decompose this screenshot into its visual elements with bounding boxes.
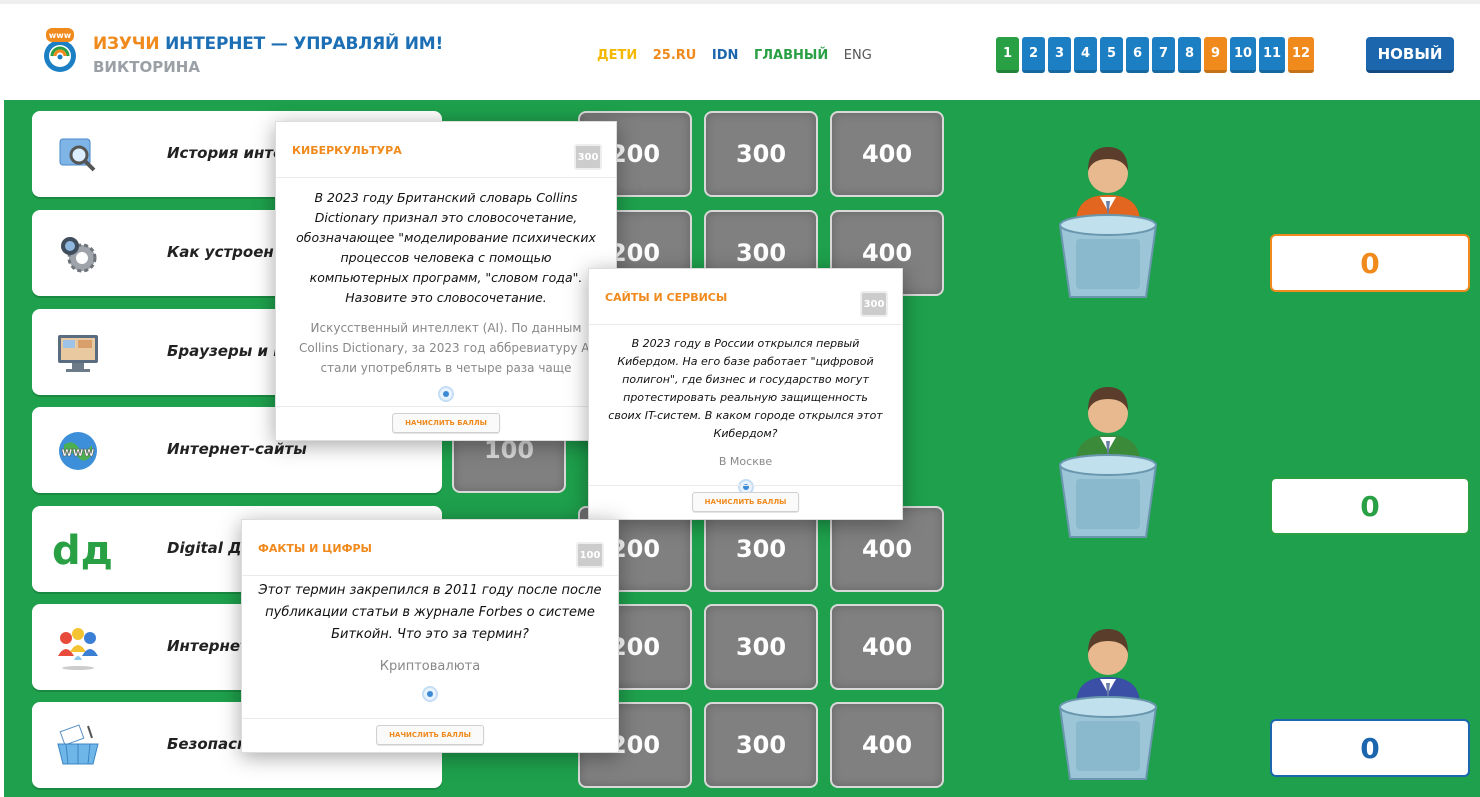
magnifier-icon bbox=[54, 131, 102, 179]
question-tile-300[interactable]: 300 bbox=[704, 111, 818, 197]
timer-icon[interactable] bbox=[438, 386, 454, 402]
popup-question: В 2023 году Британский словарь Collins D… bbox=[296, 190, 596, 305]
people-icon bbox=[54, 624, 102, 672]
question-tile-300[interactable]: 300 bbox=[704, 702, 818, 788]
popup-footer: НАЧИСЛИТЬ БАЛЛЫ bbox=[242, 718, 618, 752]
link-main[interactable]: ГЛАВНЫЙ bbox=[754, 48, 828, 63]
popup-points-badge: 300 bbox=[574, 144, 602, 170]
award-points-button[interactable]: НАЧИСЛИТЬ БАЛЛЫ bbox=[392, 413, 500, 433]
site-subtitle: ВИКТОРИНА bbox=[93, 58, 200, 76]
round-button-3[interactable]: 3 bbox=[1048, 37, 1071, 73]
popup-answer: Криптовалюта bbox=[379, 659, 481, 674]
player-score: 0 bbox=[1270, 719, 1470, 777]
player-score: 0 bbox=[1270, 234, 1470, 292]
round-button-7[interactable]: 7 bbox=[1152, 37, 1175, 73]
popup-question: Этот термин закрепился в 2011 году после… bbox=[258, 583, 602, 642]
round-button-5[interactable]: 5 bbox=[1100, 37, 1123, 73]
award-points-button[interactable]: НАЧИСЛИТЬ БАЛЛЫ bbox=[376, 725, 484, 745]
timer-icon[interactable] bbox=[422, 686, 438, 702]
question-popup: САЙТЫ И СЕРВИСЫ 300 В 2023 году в России о… bbox=[588, 268, 903, 520]
round-button-1[interactable]: 1 bbox=[996, 37, 1019, 73]
gear-globe-icon bbox=[54, 230, 102, 278]
popup-points-badge: 100 bbox=[576, 542, 604, 568]
popup-category-title: КИБЕРКУЛЬТУРА bbox=[292, 144, 402, 157]
player-avatar-icon bbox=[1056, 385, 1166, 545]
popup-question: В 2023 году в России открылся первый Киб… bbox=[608, 337, 883, 440]
player-score: 0 bbox=[1270, 477, 1470, 535]
svg-text:www: www bbox=[49, 31, 72, 40]
round-button-9[interactable]: 9 bbox=[1204, 37, 1227, 73]
popup-answer: В Москве bbox=[718, 455, 773, 468]
round-button-10[interactable]: 10 bbox=[1230, 37, 1256, 73]
svg-text:dд: dд bbox=[52, 528, 113, 572]
popup-header: КИБЕРКУЛЬТУРА 300 bbox=[276, 122, 616, 178]
question-tile-400[interactable]: 400 bbox=[830, 604, 944, 690]
category-label: Digital Ди bbox=[167, 539, 252, 557]
site-title-part2: ИНТЕРНЕТ — УПРАВЛЯЙ ИМ! bbox=[165, 34, 444, 54]
popup-category-title: ФАКТЫ И ЦИФРЫ bbox=[258, 542, 372, 555]
round-button-2[interactable]: 2 bbox=[1022, 37, 1045, 73]
new-game-button[interactable]: НОВЫЙ bbox=[1366, 37, 1454, 73]
question-tile-400[interactable]: 400 bbox=[830, 111, 944, 197]
award-points-button[interactable]: НАЧИСЛИТЬ БАЛЛЫ bbox=[691, 492, 800, 512]
header: www ИЗУЧИ ИНТЕРНЕТ — УПРАВЛЯЙ ИМ! ВИКТОР… bbox=[0, 0, 1480, 100]
popup-header: САЙТЫ И СЕРВИСЫ 300 bbox=[589, 269, 902, 325]
question-popup: КИБЕРКУЛЬТУРА 300 В 2023 году Британский с… bbox=[275, 121, 617, 441]
mail-basket-icon bbox=[54, 722, 102, 770]
link-idn[interactable]: IDN bbox=[712, 48, 739, 63]
site-title-part1: ИЗУЧИ bbox=[93, 34, 166, 54]
round-button-6[interactable]: 6 bbox=[1126, 37, 1149, 73]
round-button-12[interactable]: 12 bbox=[1288, 37, 1314, 73]
top-links: ДЕТИ 25.RU IDN ГЛАВНЫЙ ENG bbox=[597, 48, 883, 63]
game-board: История интер Как устроен ин Браузеры и ин… bbox=[4, 100, 1480, 797]
dd-icon: dд bbox=[52, 524, 132, 574]
popup-header: ФАКТЫ И ЦИФРЫ 100 bbox=[242, 520, 618, 576]
popup-footer: НАЧИСЛИТЬ БАЛЛЫ bbox=[589, 485, 902, 519]
category-label: Интернет-сайты bbox=[167, 440, 307, 458]
site-title[interactable]: ИЗУЧИ ИНТЕРНЕТ — УПРАВЛЯЙ ИМ! bbox=[93, 34, 443, 54]
monitor-icon bbox=[54, 329, 102, 377]
round-button-8[interactable]: 8 bbox=[1178, 37, 1201, 73]
svg-text:www: www bbox=[61, 445, 94, 459]
question-popup: ФАКТЫ И ЦИФРЫ 100 Этот термин закрепился в… bbox=[241, 519, 619, 753]
round-button-11[interactable]: 11 bbox=[1259, 37, 1285, 73]
link-deti[interactable]: ДЕТИ bbox=[597, 48, 637, 63]
popup-answer: Искусственный интеллект (AI). По данным … bbox=[299, 321, 593, 375]
player-avatar-icon bbox=[1056, 627, 1166, 787]
popup-category-title: САЙТЫ И СЕРВИСЫ bbox=[605, 291, 728, 304]
popup-footer: НАЧИСЛИТЬ БАЛЛЫ bbox=[276, 406, 616, 440]
link-25ru[interactable]: 25.RU bbox=[653, 48, 697, 63]
player-avatar-icon bbox=[1056, 145, 1166, 305]
round-button-4[interactable]: 4 bbox=[1074, 37, 1097, 73]
www-globe-icon: www bbox=[54, 427, 102, 475]
question-tile-400[interactable]: 400 bbox=[830, 702, 944, 788]
round-selector: 1 2 3 4 5 6 7 8 9 10 11 12 bbox=[996, 37, 1314, 73]
question-tile-300[interactable]: 300 bbox=[704, 604, 818, 690]
lang-switch[interactable]: ENG bbox=[844, 48, 872, 63]
popup-points-badge: 300 bbox=[860, 291, 888, 317]
logo-icon[interactable]: www bbox=[36, 26, 86, 74]
